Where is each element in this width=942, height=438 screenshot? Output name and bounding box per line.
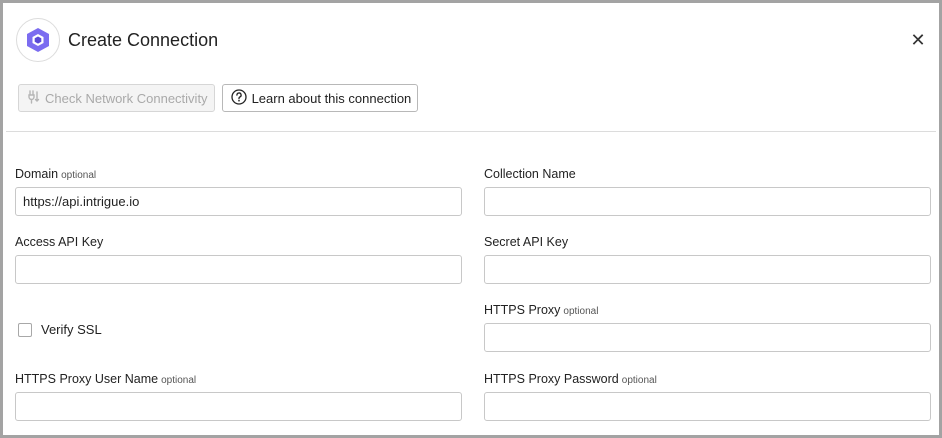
https-proxy-password-label-text: HTTPS Proxy Password: [484, 372, 619, 386]
https-proxy-user-name-input[interactable]: [15, 392, 462, 421]
close-icon[interactable]: ✕: [907, 29, 929, 51]
optional-tag: optional: [621, 375, 657, 386]
https-proxy-password-input[interactable]: [484, 392, 931, 421]
header-divider: [6, 131, 936, 132]
check-network-connectivity-button[interactable]: Check Network Connectivity: [18, 84, 215, 112]
learn-about-connection-button[interactable]: Learn about this connection: [221, 84, 419, 112]
https-proxy-label-text: HTTPS Proxy: [484, 303, 561, 317]
domain-field-group: Domain optional: [15, 166, 462, 216]
https-proxy-user-name-field-group: HTTPS Proxy User Name optional: [15, 371, 462, 421]
https-proxy-user-name-label: HTTPS Proxy User Name optional: [15, 371, 462, 387]
optional-tag: optional: [563, 306, 599, 317]
dialog-header: Create Connection: [16, 18, 218, 62]
question-circle-icon: [230, 88, 247, 108]
collection-name-input[interactable]: [484, 187, 931, 216]
intrigue-hexagon-logo-icon: [16, 18, 60, 62]
optional-tag: optional: [61, 170, 97, 181]
https-proxy-password-field-group: HTTPS Proxy Password optional: [484, 371, 931, 421]
secret-api-key-field-group: Secret API Key: [484, 234, 931, 284]
domain-label: Domain optional: [15, 166, 462, 182]
collection-name-field-group: Collection Name: [484, 166, 931, 216]
domain-label-text: Domain: [15, 167, 59, 181]
learn-about-connection-label: Learn about this connection: [251, 90, 412, 106]
collection-name-label: Collection Name: [484, 167, 576, 181]
create-connection-dialog: Create Connection ✕ Check Network Connec…: [0, 0, 942, 438]
network-plug-icon: [27, 89, 40, 107]
check-network-connectivity-label: Check Network Connectivity: [45, 90, 208, 106]
dialog-toolbar: Check Network Connectivity Learn about t…: [18, 84, 419, 112]
secret-api-key-input[interactable]: [484, 255, 931, 284]
dialog-title: Create Connection: [68, 29, 219, 50]
verify-ssl-label: Verify SSL: [41, 322, 102, 337]
https-proxy-input[interactable]: [484, 323, 931, 352]
https-proxy-user-name-label-text: HTTPS Proxy User Name: [15, 372, 159, 386]
verify-ssl-checkbox[interactable]: [18, 322, 32, 337]
domain-input[interactable]: [15, 187, 462, 216]
access-api-key-label: Access API Key: [15, 235, 104, 249]
access-api-key-input[interactable]: [15, 255, 462, 284]
https-proxy-field-group: HTTPS Proxy optional: [484, 302, 931, 352]
https-proxy-password-label: HTTPS Proxy Password optional: [484, 371, 931, 387]
optional-tag: optional: [161, 375, 197, 386]
secret-api-key-label: Secret API Key: [484, 235, 569, 249]
verify-ssl-row: Verify SSL: [18, 322, 102, 337]
https-proxy-label: HTTPS Proxy optional: [484, 302, 931, 318]
access-api-key-field-group: Access API Key: [15, 234, 462, 284]
